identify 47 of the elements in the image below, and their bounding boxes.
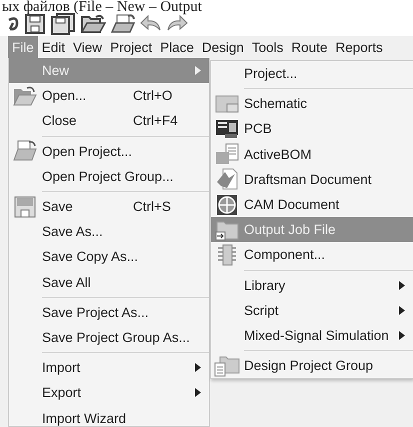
menu-bar-item[interactable]: Route — [287, 36, 332, 58]
circuit-board-icon — [215, 118, 239, 139]
crosshair-icon — [216, 194, 238, 216]
open-folder-icon[interactable] — [80, 13, 106, 35]
folder-icon — [13, 84, 37, 107]
menu-bar-item[interactable]: Place — [156, 36, 198, 58]
folder-document-icon — [13, 140, 37, 162]
menu-bar-item[interactable]: View — [69, 36, 106, 58]
menu-item[interactable]: Save Project As... — [9, 300, 209, 325]
open-project-icon[interactable] — [110, 13, 136, 35]
menu-item[interactable]: Schematic — [211, 91, 413, 116]
schematic-sheet-icon — [215, 94, 239, 114]
menu-item[interactable]: Save As... — [9, 219, 209, 244]
menu-item[interactable]: Library — [211, 272, 413, 298]
menu-item[interactable]: Save Copy As... — [9, 244, 209, 270]
menu-item[interactable]: PCB — [211, 116, 413, 142]
menu-item[interactable]: Save All — [9, 270, 209, 295]
menu-bar-item[interactable]: Design — [198, 36, 248, 58]
menu-item[interactable]: Open... Ctrl+O — [9, 83, 209, 108]
menu-item[interactable]: Export — [9, 380, 209, 406]
document-list-icon — [215, 143, 239, 166]
chip-icon — [217, 244, 237, 266]
menu-bar-item[interactable]: Edit — [38, 36, 70, 58]
menu-bar-item[interactable]: Tools — [248, 36, 288, 58]
menu-item[interactable]: Open Project... — [9, 138, 209, 164]
menu-item[interactable]: Import — [9, 355, 209, 380]
save-icon[interactable] — [24, 13, 46, 35]
menu-item[interactable]: Save Ctrl+S — [9, 194, 209, 220]
menu-bar-item[interactable]: Reports — [331, 36, 387, 58]
caption-text: ых файлов (File – New – Output — [1, 0, 203, 14]
menu-item[interactable]: Design Project Group — [211, 353, 413, 378]
drawing-document-icon — [215, 168, 239, 190]
menu-item[interactable]: Save Project Group As... — [9, 324, 209, 350]
save-all-icon[interactable] — [50, 13, 76, 35]
menu-item[interactable]: Component... — [211, 242, 413, 268]
menu-item[interactable]: CAM Document — [211, 192, 413, 218]
menu-item[interactable]: Script — [211, 298, 413, 323]
menu-bar-item[interactable]: Project — [106, 36, 156, 58]
folder-group-icon — [214, 354, 240, 377]
menu-item[interactable]: Draftsman Document — [211, 166, 413, 192]
menu-item[interactable]: ActiveBOM — [211, 142, 413, 167]
menu-item[interactable]: Import Wizard — [9, 405, 209, 427]
folder-arrow-icon — [215, 218, 239, 241]
menu-item[interactable]: Open Project Group... — [9, 164, 209, 189]
menu-item[interactable]: Close Ctrl+F4 — [9, 108, 209, 134]
menu-item[interactable]: Project... — [211, 61, 413, 86]
menu-item[interactable]: Mixed-Signal Simulation — [211, 322, 413, 348]
